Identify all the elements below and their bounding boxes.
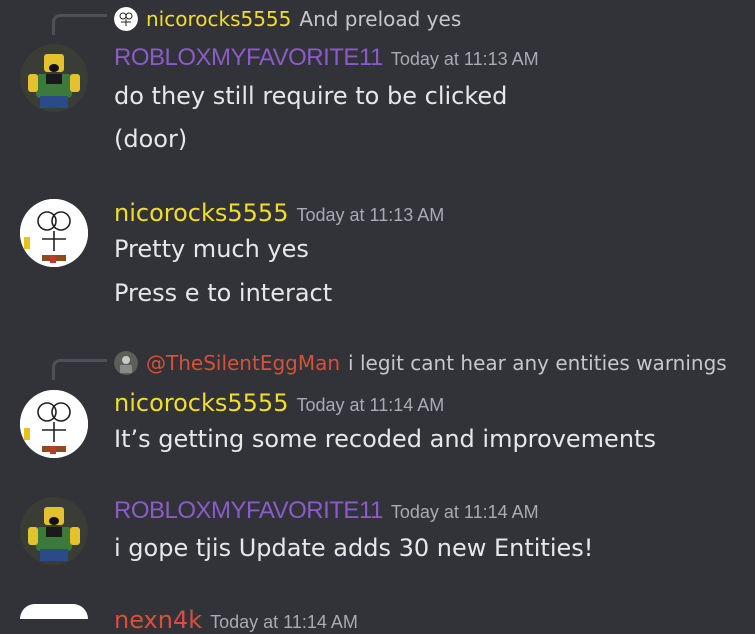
author-avatar-icon[interactable] (20, 604, 88, 619)
reply-avatar-icon (114, 351, 138, 375)
message-header: ROBLOXMYFAVORITE11 Today at 11:14 AM (114, 497, 539, 525)
message-line: do they still require to be clicked (114, 82, 508, 110)
author-name[interactable]: ROBLOXMYFAVORITE11 (114, 44, 383, 71)
timestamp[interactable]: Today at 11:14 AM (210, 612, 358, 632)
reply-preview[interactable]: nicorocks5555 And preload yes (114, 6, 461, 32)
message-header: ROBLOXMYFAVORITE11 Today at 11:13 AM (114, 44, 539, 72)
reply-text[interactable]: i legit cant hear any entities warnings (348, 351, 727, 375)
reply-spine (52, 14, 107, 35)
message-line: Pretty much yes (114, 235, 309, 263)
message-line: i gope tjis Update adds 30 new Entities! (114, 534, 594, 562)
author-name[interactable]: nicorocks5555 (114, 389, 288, 417)
author-avatar-icon[interactable] (20, 199, 88, 267)
author-avatar-icon[interactable] (20, 497, 88, 565)
timestamp[interactable]: Today at 11:14 AM (296, 395, 444, 415)
timestamp[interactable]: Today at 11:13 AM (296, 205, 444, 225)
author-name[interactable]: nexn4k (114, 606, 202, 634)
reply-avatar-icon (114, 7, 138, 31)
message-line: Press e to interact (114, 279, 333, 307)
message-header: nicorocks5555 Today at 11:13 AM (114, 199, 444, 227)
author-avatar-icon[interactable] (20, 390, 88, 458)
reply-spine (52, 359, 107, 380)
message-header: nexn4k Today at 11:14 AM (114, 606, 358, 634)
reply-text[interactable]: And preload yes (299, 7, 461, 31)
message-line: (door) (114, 125, 188, 153)
author-name[interactable]: nicorocks5555 (114, 199, 288, 227)
reply-author[interactable]: nicorocks5555 (146, 7, 291, 31)
timestamp[interactable]: Today at 11:13 AM (391, 49, 539, 69)
message-line: It’s getting some recoded and improvemen… (114, 425, 656, 453)
message-header: nicorocks5555 Today at 11:14 AM (114, 389, 444, 417)
reply-mention[interactable]: @TheSilentEggMan (146, 351, 340, 375)
reply-preview[interactable]: @TheSilentEggMan i legit cant hear any e… (114, 350, 727, 376)
timestamp[interactable]: Today at 11:14 AM (391, 502, 539, 522)
author-avatar-icon[interactable] (20, 44, 88, 112)
author-name[interactable]: ROBLOXMYFAVORITE11 (114, 497, 383, 524)
